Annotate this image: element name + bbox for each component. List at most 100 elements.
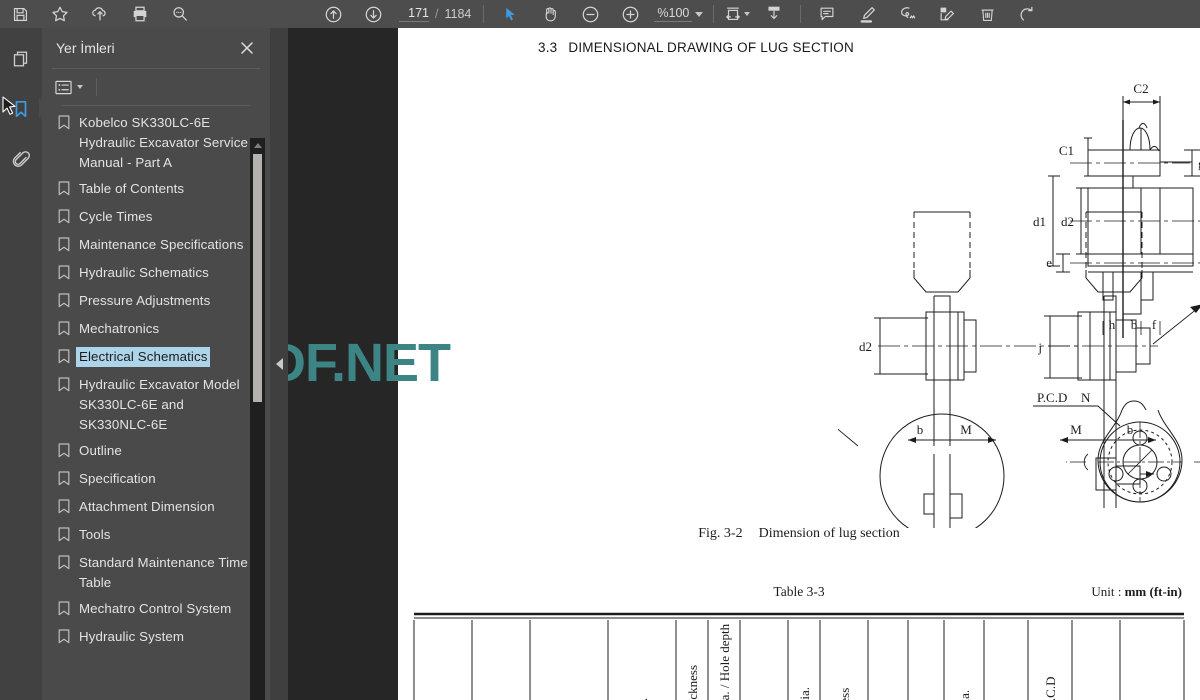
bookmark-item[interactable]: Kobelco SK330LC-6E Hydraulic Excavator S… — [42, 110, 270, 176]
page-number-input[interactable]: 171 — [399, 6, 429, 22]
figure-caption-text: Dimension of lug section — [758, 526, 900, 541]
chevron-down-icon[interactable] — [744, 12, 751, 16]
bookmark-item[interactable]: Standard Maintenance Time Table — [42, 550, 270, 596]
bookmark-item-label: Tools — [79, 527, 111, 542]
table-unit-label: Unit : mm (ft-in) — [1091, 584, 1182, 600]
bookmarks-scroll-area[interactable]: Kobelco SK330LC-6E Hydraulic Excavator S… — [42, 106, 270, 700]
chevron-left-icon[interactable] — [275, 358, 283, 370]
svg-text:b: b — [1127, 422, 1134, 437]
scrollbar-thumb[interactable] — [253, 154, 262, 402]
toolbar-right-group — [720, 0, 1047, 28]
highlight-icon[interactable] — [847, 0, 887, 28]
page-down-icon[interactable] — [353, 0, 393, 28]
main-toolbar: 171 / 1184 %100 — [0, 0, 1200, 28]
table-header-cell: pin dia. — [797, 687, 812, 700]
svg-text:M: M — [1070, 422, 1082, 437]
mouse-cursor — [2, 96, 17, 122]
bookmark-item-label: Attachment Dimension — [79, 499, 215, 514]
select-cursor-icon[interactable] — [490, 0, 530, 28]
list-options-button[interactable] — [52, 77, 85, 98]
bookmark-icon — [58, 497, 70, 519]
comment-icon[interactable] — [807, 0, 847, 28]
bookmarks-list: Kobelco SK330LC-6E Hydraulic Excavator S… — [42, 106, 270, 652]
scrollbar-down-arrow-icon[interactable] — [250, 696, 265, 700]
print-icon[interactable] — [120, 0, 160, 28]
bookmarks-scrollbar[interactable] — [250, 138, 265, 700]
bookmark-icon — [58, 179, 70, 201]
bookmark-item-label: Mechatro Control System — [79, 601, 232, 616]
bookmark-item[interactable]: Attachment Dimension — [42, 494, 270, 522]
fit-width-icon[interactable] — [720, 0, 754, 28]
page-indicator[interactable]: 171 / 1184 — [393, 6, 477, 22]
bookmark-item-label: Pressure Adjustments — [79, 293, 211, 308]
toolbar-left-group — [0, 0, 200, 28]
rotate-icon[interactable] — [1007, 0, 1047, 28]
bookmark-item[interactable]: Specification — [42, 466, 270, 494]
scrollbar-up-arrow-icon[interactable] — [250, 138, 265, 152]
bookmark-item[interactable]: Mechatronics — [42, 316, 270, 344]
figure-caption: Fig. 3-2 Dimension of lug section — [398, 526, 1200, 542]
bookmark-item[interactable]: Electrical Schematics — [42, 344, 270, 372]
section-number: 3.3 — [538, 40, 558, 55]
pan-hand-icon[interactable] — [530, 0, 570, 28]
bookmark-item-label: Maintenance Specifications — [79, 237, 244, 252]
save-icon[interactable] — [0, 0, 40, 28]
panel-title: Yer İmleri — [56, 40, 115, 56]
document-viewer[interactable]: 3.3 DIMENSIONAL DRAWING OF LUG SECTION C2 — [288, 28, 1200, 700]
zoom-level-control[interactable]: %100 — [650, 6, 707, 22]
chevron-down-icon[interactable] — [695, 11, 704, 17]
bookmark-icon — [58, 347, 70, 369]
bookmark-icon — [58, 469, 70, 491]
sidebar-item-thumbnails[interactable] — [4, 42, 38, 76]
bookmark-item[interactable]: Hydraulic Excavator Model SK330LC-6E and… — [42, 372, 270, 438]
table-header-cell: te thickness — [685, 665, 700, 700]
share-upload-icon[interactable] — [80, 0, 120, 28]
stamp-edit-icon[interactable] — [927, 0, 967, 28]
zoom-in-icon[interactable] — [610, 0, 650, 28]
sidebar-icon-rail — [0, 28, 48, 700]
bookmarks-panel: Yer İmleri Kobelco SK330LC-6E Hydraulic … — [42, 28, 270, 700]
bookmark-item[interactable]: Tools — [42, 522, 270, 550]
close-icon[interactable] — [236, 37, 258, 59]
zoom-out-icon[interactable] — [570, 0, 610, 28]
toolbar-divider-2 — [713, 5, 715, 23]
table-header-cell: cing a. / Hole depth — [717, 623, 732, 700]
svg-text:d2: d2 — [859, 339, 872, 354]
table-header-cell: ickness — [837, 688, 852, 700]
figure-number: Fig. 3-2 — [698, 526, 743, 541]
favorite-star-icon[interactable] — [40, 0, 80, 28]
bookmark-item-label: Electrical Schematics — [74, 346, 212, 368]
bookmark-item[interactable]: Cycle Times — [42, 204, 270, 232]
bookmark-item[interactable]: Pressure Adjustments — [42, 288, 270, 316]
chevron-down-icon[interactable] — [77, 85, 83, 89]
bookmarks-toolbar — [42, 69, 270, 105]
table-caption: Table 3-3 — [773, 584, 825, 599]
bookmark-item-label: Cycle Times — [79, 209, 153, 224]
bookmark-icon — [58, 235, 70, 257]
page-up-icon[interactable] — [313, 0, 353, 28]
bookmark-item-label: Kobelco SK330LC-6E Hydraulic Excavator S… — [79, 115, 248, 170]
bookmark-item[interactable]: Outline — [42, 438, 270, 466]
svg-text:j: j — [1037, 340, 1042, 355]
zoom-level-value[interactable]: %100 — [654, 6, 693, 22]
bookmark-item-label: Specification — [79, 471, 156, 486]
table-unit-value: mm (ft-in) — [1124, 584, 1182, 599]
bookmark-item[interactable]: Maintenance Specifications — [42, 232, 270, 260]
bookmark-item-label: Hydraulic System — [79, 629, 185, 644]
bookmark-icon — [58, 113, 70, 135]
signature-icon[interactable] — [887, 0, 927, 28]
bookmark-icon — [58, 599, 70, 621]
bookmark-item[interactable]: Hydraulic System — [42, 624, 270, 652]
bookmark-item-label: Standard Maintenance Time Table — [79, 555, 248, 590]
bookmark-item[interactable]: Mechatro Control System — [42, 596, 270, 624]
bookmark-item[interactable]: Hydraulic Schematics — [42, 260, 270, 288]
sidebar-item-attachments[interactable] — [4, 142, 38, 176]
panel-collapse-handle[interactable] — [270, 28, 288, 700]
bookmark-icon — [58, 627, 70, 649]
bookmark-item[interactable]: Table of Contents — [42, 176, 270, 204]
delete-icon[interactable] — [967, 0, 1007, 28]
toolbar-divider — [96, 78, 97, 96]
download-icon[interactable] — [754, 0, 794, 28]
section-title: DIMENSIONAL DRAWING OF LUG SECTION — [568, 40, 854, 55]
search-icon[interactable] — [160, 0, 200, 28]
